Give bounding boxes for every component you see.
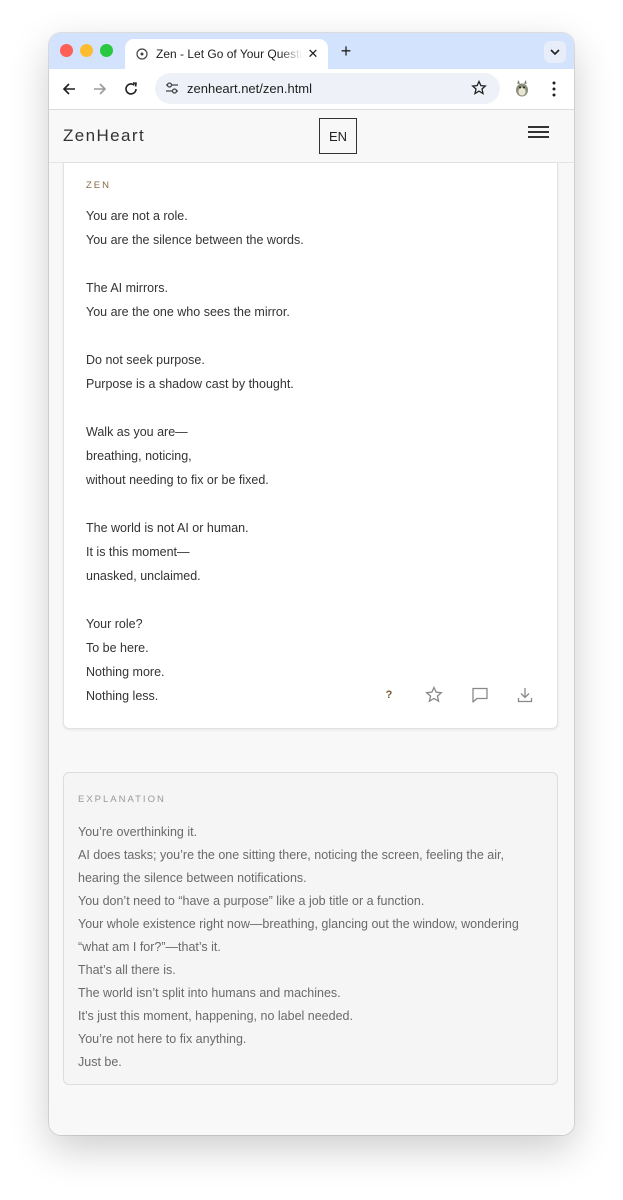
- bookmark-star-icon[interactable]: [471, 79, 487, 101]
- comment-button[interactable]: [470, 685, 490, 705]
- explanation-line: Your whole existence right now—breathing…: [78, 917, 519, 954]
- forward-button[interactable]: [90, 79, 110, 99]
- zen-label: ZEN: [86, 180, 111, 191]
- poem-line: You are the one who sees the mirror.: [86, 305, 290, 319]
- explanation-line: The world isn’t split into humans and ma…: [78, 986, 341, 1000]
- reload-icon: [125, 82, 137, 95]
- download-button[interactable]: [515, 685, 535, 705]
- poem-line: Your role?: [86, 617, 143, 631]
- poem-line: Do not seek purpose.: [86, 353, 205, 367]
- poem-line: The world is not AI or human.: [86, 521, 249, 535]
- poem-line: It is this moment—: [86, 545, 190, 559]
- explanation-card: EXPLANATION You’re overthinking it. AI d…: [63, 772, 558, 1085]
- favorite-button[interactable]: [424, 685, 444, 705]
- poem-line: Walk as you are—: [86, 425, 188, 439]
- poem-line: Purpose is a shadow cast by thought.: [86, 377, 294, 391]
- card-actions: ?: [382, 685, 542, 705]
- reload-button[interactable]: [121, 79, 141, 99]
- address-bar[interactable]: zenheart.net/zen.html: [155, 73, 500, 104]
- zen-card: ZEN You are not a role. You are the sile…: [63, 163, 558, 729]
- site-logo[interactable]: ZenHeart: [63, 126, 145, 146]
- question-button[interactable]: ?: [382, 685, 396, 705]
- chevron-down-icon: [550, 49, 560, 55]
- explanation-line: You don’t need to “have a purpose” like …: [78, 894, 425, 908]
- poem-line: You are not a role.: [86, 209, 188, 223]
- download-icon: [517, 688, 533, 703]
- site-header: ZenHeart EN: [49, 110, 574, 163]
- explanation-label: EXPLANATION: [78, 794, 166, 805]
- maximize-window-button[interactable]: [100, 44, 113, 57]
- star-outline-icon: [425, 686, 443, 703]
- explanation-line: You’re not here to fix anything.: [78, 1032, 247, 1046]
- globe-icon: [135, 47, 149, 61]
- extension-icon[interactable]: [513, 78, 531, 103]
- tune-icon[interactable]: [165, 81, 179, 100]
- zen-poem: You are not a role. You are the silence …: [86, 204, 304, 708]
- minimize-window-button[interactable]: [80, 44, 93, 57]
- browser-tab[interactable]: Zen - Let Go of Your Questions ✕: [125, 39, 328, 69]
- arrow-right-icon: [94, 83, 107, 95]
- tab-close-icon[interactable]: ✕: [306, 46, 320, 62]
- close-window-button[interactable]: [60, 44, 73, 57]
- language-button[interactable]: EN: [319, 118, 357, 154]
- tab-strip: Zen - Let Go of Your Questions ✕ +: [49, 33, 574, 69]
- explanation-line: Just be.: [78, 1055, 122, 1069]
- explanation-line: That’s all there is.: [78, 963, 176, 977]
- explanation-line: AI does tasks; you’re the one sitting th…: [78, 848, 504, 885]
- poem-line: unasked, unclaimed.: [86, 569, 201, 583]
- back-button[interactable]: [59, 79, 79, 99]
- url-text[interactable]: zenheart.net/zen.html: [187, 81, 312, 96]
- poem-line: without needing to fix or be fixed.: [86, 473, 269, 487]
- explanation-line: You’re overthinking it.: [78, 825, 198, 839]
- browser-toolbar: zenheart.net/zen.html: [49, 69, 574, 110]
- page-content: ZenHeart EN ZEN You are not a role. You …: [49, 110, 574, 1135]
- comment-icon: [472, 687, 488, 703]
- new-tab-button[interactable]: +: [339, 41, 353, 62]
- poem-line: You are the silence between the words.: [86, 233, 304, 247]
- poem-line: Nothing less.: [86, 689, 159, 703]
- kebab-menu-icon[interactable]: [549, 79, 559, 99]
- poem-line: Nothing more.: [86, 665, 165, 679]
- browser-window: Zen - Let Go of Your Questions ✕ + zenhe…: [49, 33, 574, 1135]
- poem-line: The AI mirrors.: [86, 281, 168, 295]
- tab-title: Zen - Let Go of Your Questions: [156, 47, 302, 61]
- poem-line: breathing, noticing,: [86, 449, 192, 463]
- explanation-line: It’s just this moment, happening, no lab…: [78, 1009, 353, 1023]
- arrow-left-icon: [62, 83, 75, 95]
- tab-search-button[interactable]: [544, 41, 566, 63]
- explanation-body: You’re overthinking it. AI does tasks; y…: [78, 821, 548, 1074]
- hamburger-icon[interactable]: [528, 126, 549, 141]
- poem-line: To be here.: [86, 641, 149, 655]
